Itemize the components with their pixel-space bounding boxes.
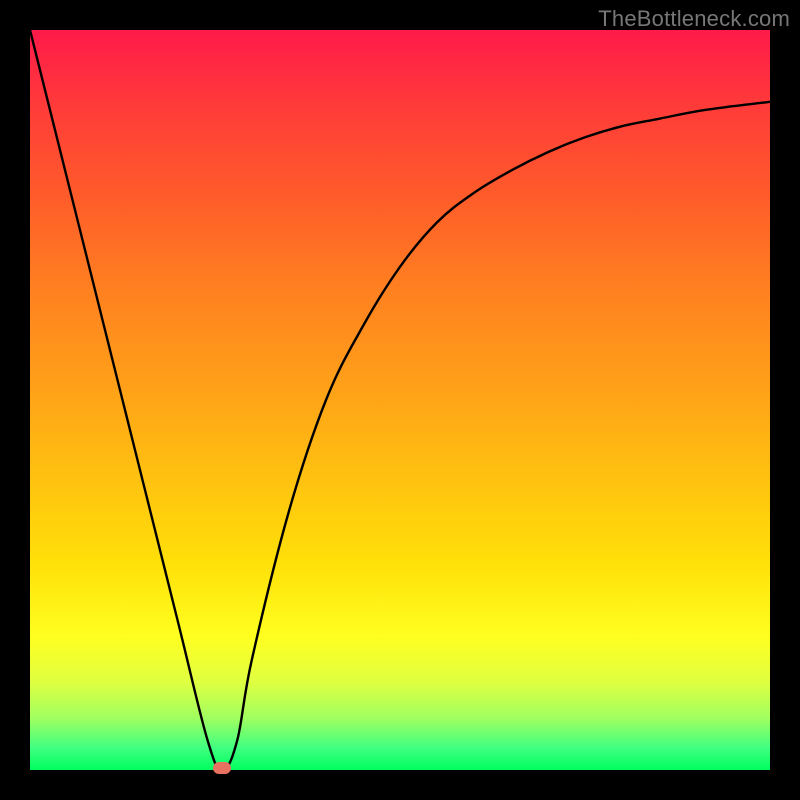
watermark-text: TheBottleneck.com <box>598 6 790 32</box>
plot-area <box>30 30 770 770</box>
minimum-marker <box>213 762 231 774</box>
curve-svg <box>30 30 770 770</box>
chart-container: TheBottleneck.com <box>0 0 800 800</box>
bottleneck-curve-path <box>30 30 770 770</box>
